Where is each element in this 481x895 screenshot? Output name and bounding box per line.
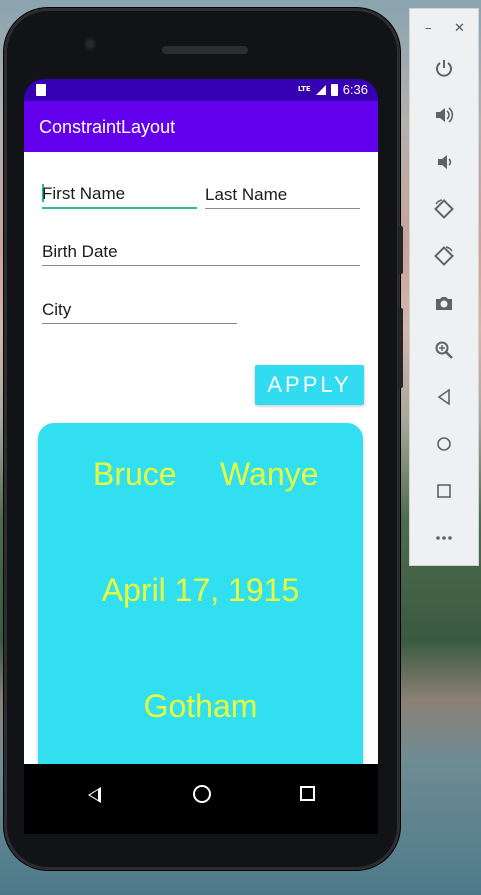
power-icon[interactable] [428,52,460,84]
minimize-icon[interactable]: – [425,21,432,36]
rotate-left-icon[interactable] [428,193,460,225]
city-field[interactable]: City [42,300,237,324]
birth-date-placeholder: Birth Date [42,242,118,261]
signal-icon [315,84,326,95]
home-icon[interactable] [428,428,460,460]
phone-device: LTE 6:36 ConstraintLayout First Name Las… [4,8,403,870]
lte-label: LTE [297,85,311,93]
volume-up-icon[interactable] [428,99,460,131]
overview-icon[interactable] [428,475,460,507]
card-first-name: Bruce [93,456,177,492]
status-time: 6:36 [342,82,368,97]
nav-recents-icon[interactable] [300,786,315,801]
last-name-field[interactable]: Last Name [205,185,360,209]
close-icon[interactable]: ✕ [454,21,465,36]
device-screen: LTE 6:36 ConstraintLayout First Name Las… [24,79,378,834]
front-camera [84,38,96,50]
camera-icon[interactable] [428,287,460,319]
last-name-placeholder: Last Name [205,185,288,204]
earpiece-speaker [162,46,248,54]
main-content: First Name Last Name Birth Date City APP… [24,152,378,828]
nav-back-icon[interactable] [88,787,101,803]
battery-icon [330,83,338,96]
navigation-bar [24,764,378,834]
nav-home-icon[interactable] [193,785,211,803]
app-bar: ConstraintLayout [24,101,378,152]
power-side-button [398,226,403,274]
rotate-right-icon[interactable] [428,240,460,272]
apply-button[interactable]: APPLY [255,365,364,405]
status-bar: LTE 6:36 [24,79,378,101]
volume-side-button [398,308,403,388]
card-city: Gotham [143,688,258,724]
more-icon[interactable] [428,522,460,554]
card-last-name: Wanye [220,456,319,492]
first-name-placeholder: First Name [42,184,126,203]
volume-down-icon[interactable] [428,146,460,178]
city-placeholder: City [42,300,72,319]
emulator-toolbar: – ✕ [409,8,479,566]
birth-date-field[interactable]: Birth Date [42,242,360,266]
first-name-field[interactable]: First Name [42,184,197,209]
app-title: ConstraintLayout [39,117,176,137]
card-birth-date: April 17, 1915 [101,572,300,608]
sd-card-icon [36,84,46,96]
back-icon[interactable] [428,381,460,413]
zoom-icon[interactable] [428,334,460,366]
